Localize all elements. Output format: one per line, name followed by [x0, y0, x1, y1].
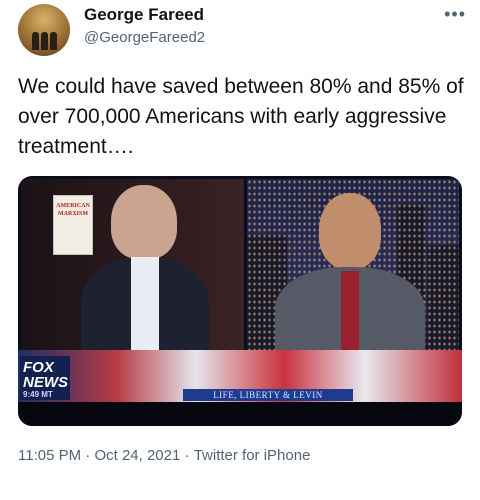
avatar[interactable]: [18, 4, 70, 56]
tweet-source[interactable]: Twitter for iPhone: [194, 447, 311, 464]
avatar-figure: [41, 32, 48, 50]
meta-separator: ·: [85, 447, 91, 464]
broadcast-clock: 9:49 MT: [23, 390, 53, 399]
guest-head: [319, 193, 381, 269]
tweet-video[interactable]: AMERICAN MARXISM FOX NEWS 9:49 MT LIFE, …: [18, 176, 462, 426]
more-options-icon[interactable]: •••: [444, 4, 466, 25]
host-head: [111, 185, 177, 259]
network-logo: FOX NEWS 9:49 MT: [20, 356, 70, 400]
tweet: George Fareed @GeorgeFareed2 ••• We coul…: [0, 0, 480, 500]
show-title-banner: LIFE, LIBERTY & LEVIN: [183, 389, 353, 401]
author-handle[interactable]: @GeorgeFareed2: [84, 29, 205, 46]
host-shirt: [131, 257, 159, 355]
book-cover: AMERICAN MARXISM: [53, 195, 93, 255]
video-left-panel: AMERICAN MARXISM: [21, 179, 244, 355]
video-right-panel: [247, 179, 459, 355]
guest-tie: [341, 271, 359, 355]
tweet-text: We could have saved between 80% and 85% …: [18, 75, 464, 158]
tweet-meta: 11:05 PM · Oct 24, 2021 · Twitter for iP…: [18, 447, 310, 464]
tweet-time[interactable]: 11:05 PM: [18, 447, 81, 464]
book-title: AMERICAN MARXISM: [56, 203, 90, 217]
avatar-figure: [32, 32, 39, 50]
network-logo-text: FOX NEWS: [23, 359, 68, 391]
meta-separator: ·: [184, 447, 190, 464]
video-bottom-edge: [18, 402, 462, 426]
tweet-date[interactable]: Oct 24, 2021: [94, 447, 180, 464]
avatar-figure: [50, 32, 57, 50]
author-name[interactable]: George Fareed: [84, 5, 204, 25]
